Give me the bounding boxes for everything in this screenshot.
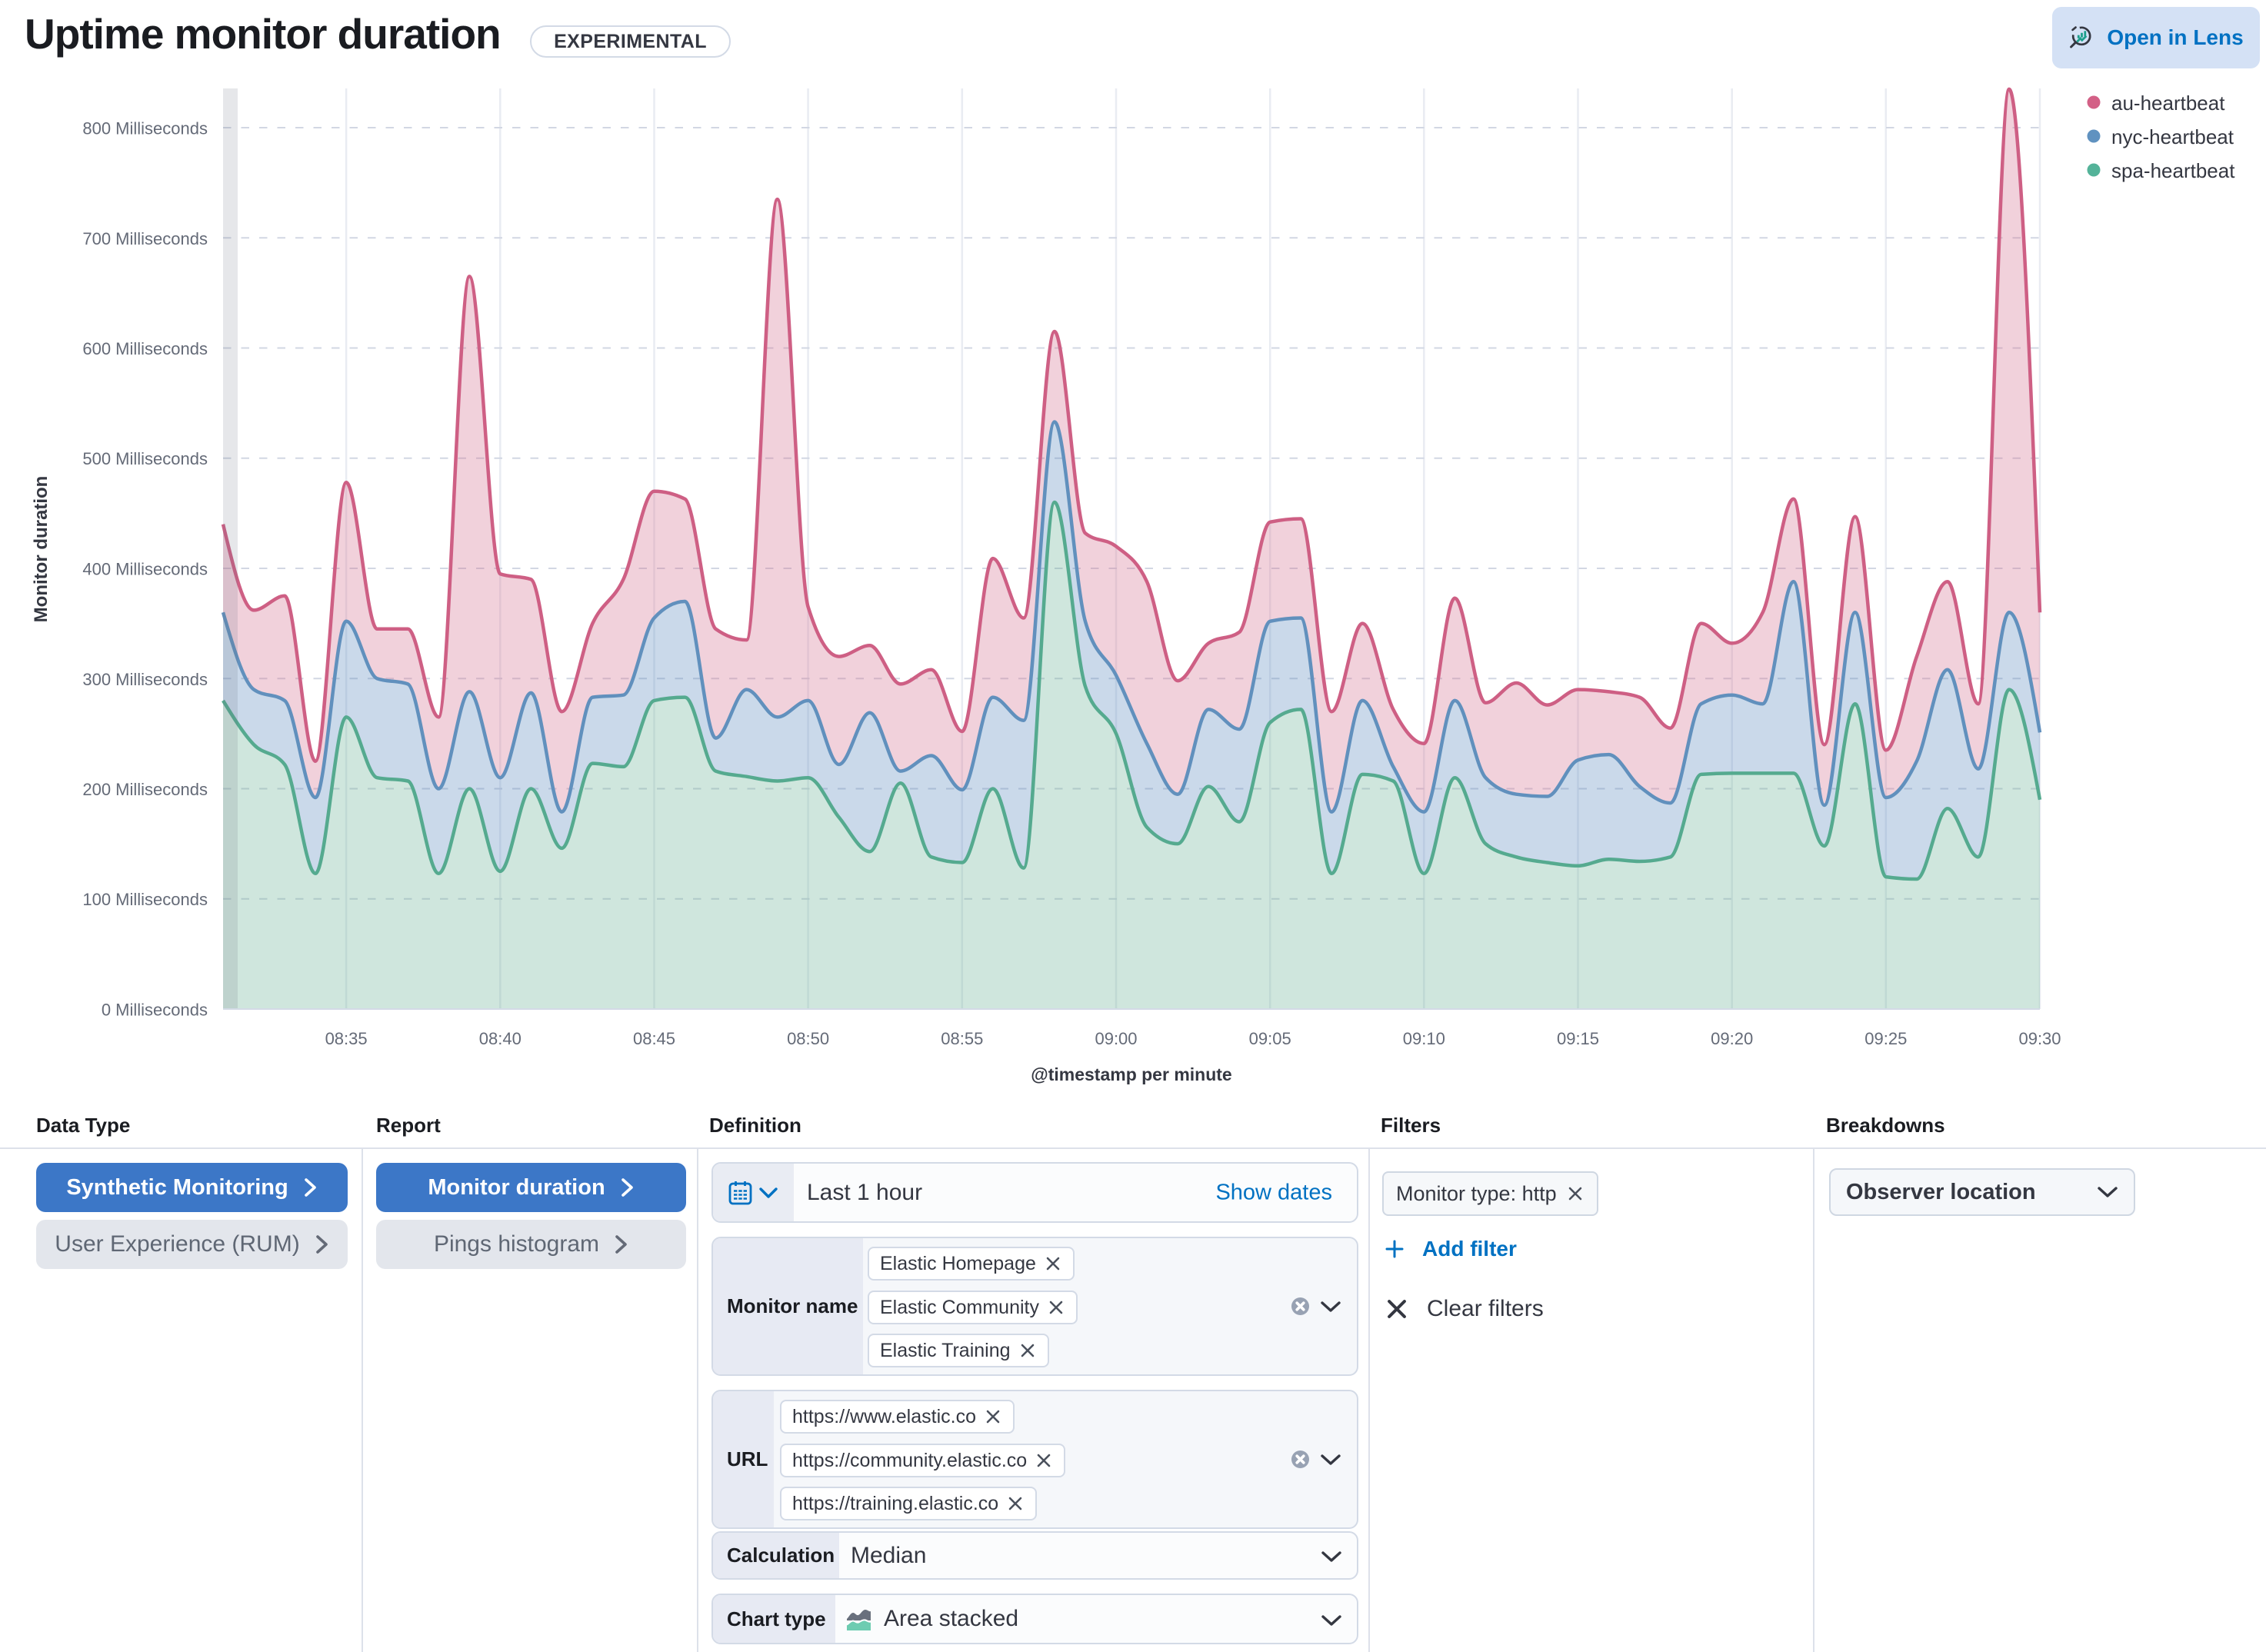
- svg-text:500 Milliseconds: 500 Milliseconds: [82, 449, 208, 468]
- svg-text:au-heartbeat: au-heartbeat: [2111, 92, 2225, 115]
- svg-text:700 Milliseconds: 700 Milliseconds: [82, 229, 208, 248]
- svg-text:200 Milliseconds: 200 Milliseconds: [82, 780, 208, 799]
- svg-text:09:30: 09:30: [2018, 1029, 2061, 1048]
- svg-text:0 Milliseconds: 0 Milliseconds: [102, 1001, 208, 1020]
- svg-text:08:50: 08:50: [787, 1029, 829, 1048]
- svg-text:@timestamp per minute: @timestamp per minute: [1031, 1064, 1231, 1084]
- svg-text:spa-heartbeat: spa-heartbeat: [2111, 159, 2235, 182]
- svg-text:nyc-heartbeat: nyc-heartbeat: [2111, 125, 2234, 148]
- svg-text:08:55: 08:55: [941, 1029, 983, 1048]
- svg-text:09:05: 09:05: [1249, 1029, 1291, 1048]
- svg-text:100 Milliseconds: 100 Milliseconds: [82, 890, 208, 909]
- svg-text:08:40: 08:40: [479, 1029, 522, 1048]
- svg-text:08:45: 08:45: [633, 1029, 675, 1048]
- svg-text:600 Milliseconds: 600 Milliseconds: [82, 339, 208, 358]
- svg-text:09:25: 09:25: [1864, 1029, 1907, 1048]
- svg-text:08:35: 08:35: [325, 1029, 368, 1048]
- svg-text:400 Milliseconds: 400 Milliseconds: [82, 560, 208, 579]
- svg-text:800 Milliseconds: 800 Milliseconds: [82, 119, 208, 138]
- svg-text:09:10: 09:10: [1403, 1029, 1445, 1048]
- svg-text:09:20: 09:20: [1711, 1029, 1753, 1048]
- svg-text:Monitor duration: Monitor duration: [31, 476, 52, 623]
- svg-text:09:00: 09:00: [1095, 1029, 1137, 1048]
- svg-text:300 Milliseconds: 300 Milliseconds: [82, 670, 208, 689]
- svg-text:09:15: 09:15: [1557, 1029, 1599, 1048]
